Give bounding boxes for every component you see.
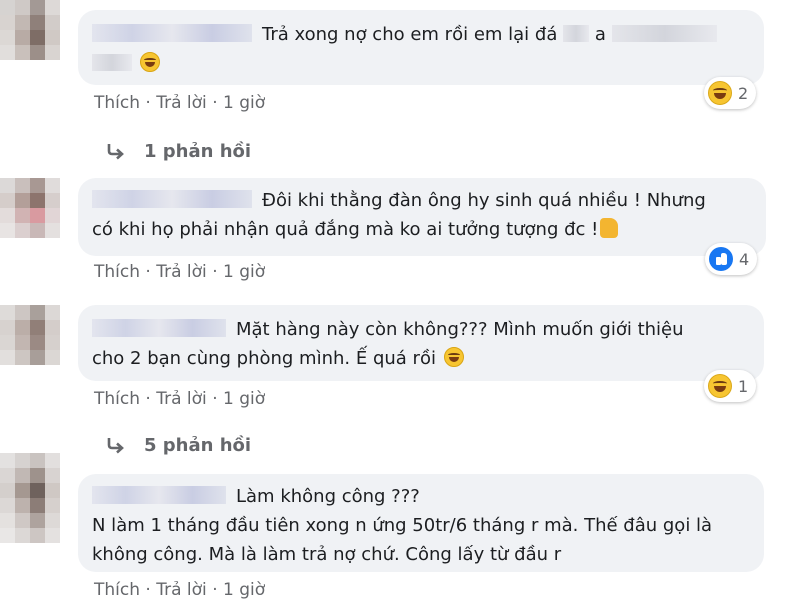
replies-count: 1 phản hồi [144, 140, 252, 162]
like-link[interactable]: Thích [94, 389, 140, 409]
comment-bubble: Mặt hàng này còn không??? Mình muốn giới… [78, 305, 764, 381]
comment-text-line1: Trả xong nợ cho em rồi em lại đá [262, 24, 558, 45]
haha-icon [708, 374, 732, 398]
comment-text-line3: không công. Mà là làm trả nợ chứ. Công l… [92, 544, 562, 565]
rofl-emoji-icon [443, 347, 464, 367]
timestamp[interactable]: 1 giờ [223, 262, 265, 282]
reply-link[interactable]: Trả lời [156, 93, 207, 113]
timestamp[interactable]: 1 giờ [223, 389, 265, 409]
separator: · [212, 262, 218, 282]
comment-actions: Thích · Trả lời · 1 giờ [94, 580, 265, 600]
avatar[interactable] [0, 453, 60, 543]
separator: · [145, 580, 151, 600]
comment-bubble: Làm không công ??? N làm 1 tháng đầu tiê… [78, 474, 764, 572]
redacted-text [611, 25, 717, 42]
comment-text-line1: Đôi khi thằng đàn ông hy sinh quá nhiều … [262, 190, 706, 211]
separator: · [212, 93, 218, 113]
reaction-summary[interactable]: 2 [704, 77, 757, 109]
comment-bubble: Trả xong nợ cho em rồi em lại đá a [78, 10, 764, 85]
comment-text-line1: Mặt hàng này còn không??? Mình muốn giới… [236, 319, 684, 340]
separator: · [145, 93, 151, 113]
comment-text-line2: cho 2 bạn cùng phòng mình. Ế quá rồi [92, 348, 436, 369]
comment-text-fragment: a [594, 24, 606, 45]
reply-link[interactable]: Trả lời [156, 580, 207, 600]
separator: · [145, 389, 151, 409]
comment-bubble: Đôi khi thằng đàn ông hy sinh quá nhiều … [78, 178, 766, 256]
reply-arrow-icon [107, 144, 124, 160]
redacted-text [92, 54, 132, 71]
like-link[interactable]: Thích [94, 580, 140, 600]
thumbs-up-emoji-icon [600, 218, 619, 238]
view-replies-link[interactable]: 1 phản hồi [104, 140, 251, 162]
view-replies-link[interactable]: 5 phản hồi [104, 434, 251, 456]
avatar[interactable] [0, 178, 60, 238]
author-name-blurred[interactable] [92, 319, 226, 337]
author-name-blurred[interactable] [92, 486, 226, 504]
separator: · [212, 580, 218, 600]
like-icon [709, 247, 733, 271]
reaction-count: 2 [738, 83, 749, 103]
separator: · [145, 262, 151, 282]
reaction-summary[interactable]: 1 [704, 370, 757, 402]
avatar[interactable] [0, 305, 60, 365]
rofl-emoji-icon [139, 52, 160, 72]
like-link[interactable]: Thích [94, 262, 140, 282]
author-name-blurred[interactable] [92, 24, 252, 42]
reply-link[interactable]: Trả lời [156, 262, 207, 282]
comment-actions: Thích · Trả lời · 1 giờ [94, 262, 265, 282]
comment-actions: Thích · Trả lời · 1 giờ [94, 93, 265, 113]
comment-text-line2: N làm 1 tháng đầu tiên xong n ứng 50tr/6… [92, 515, 713, 536]
timestamp[interactable]: 1 giờ [223, 93, 265, 113]
comment-text-line1: Làm không công ??? [236, 486, 420, 507]
reply-link[interactable]: Trả lời [156, 389, 207, 409]
like-link[interactable]: Thích [94, 93, 140, 113]
reaction-count: 1 [738, 376, 749, 396]
reaction-count: 4 [739, 249, 750, 269]
haha-icon [708, 81, 732, 105]
reaction-summary[interactable]: 4 [705, 243, 758, 275]
separator: · [212, 389, 218, 409]
reply-arrow-icon [107, 438, 124, 454]
avatar[interactable] [0, 0, 60, 60]
author-name-blurred[interactable] [92, 190, 252, 208]
comment-text-line2: có khi họ phải nhận quả đắng mà ko ai tư… [92, 219, 599, 240]
redacted-text [563, 25, 590, 42]
timestamp[interactable]: 1 giờ [223, 580, 265, 600]
comment-actions: Thích · Trả lời · 1 giờ [94, 389, 265, 409]
replies-count: 5 phản hồi [144, 434, 252, 456]
